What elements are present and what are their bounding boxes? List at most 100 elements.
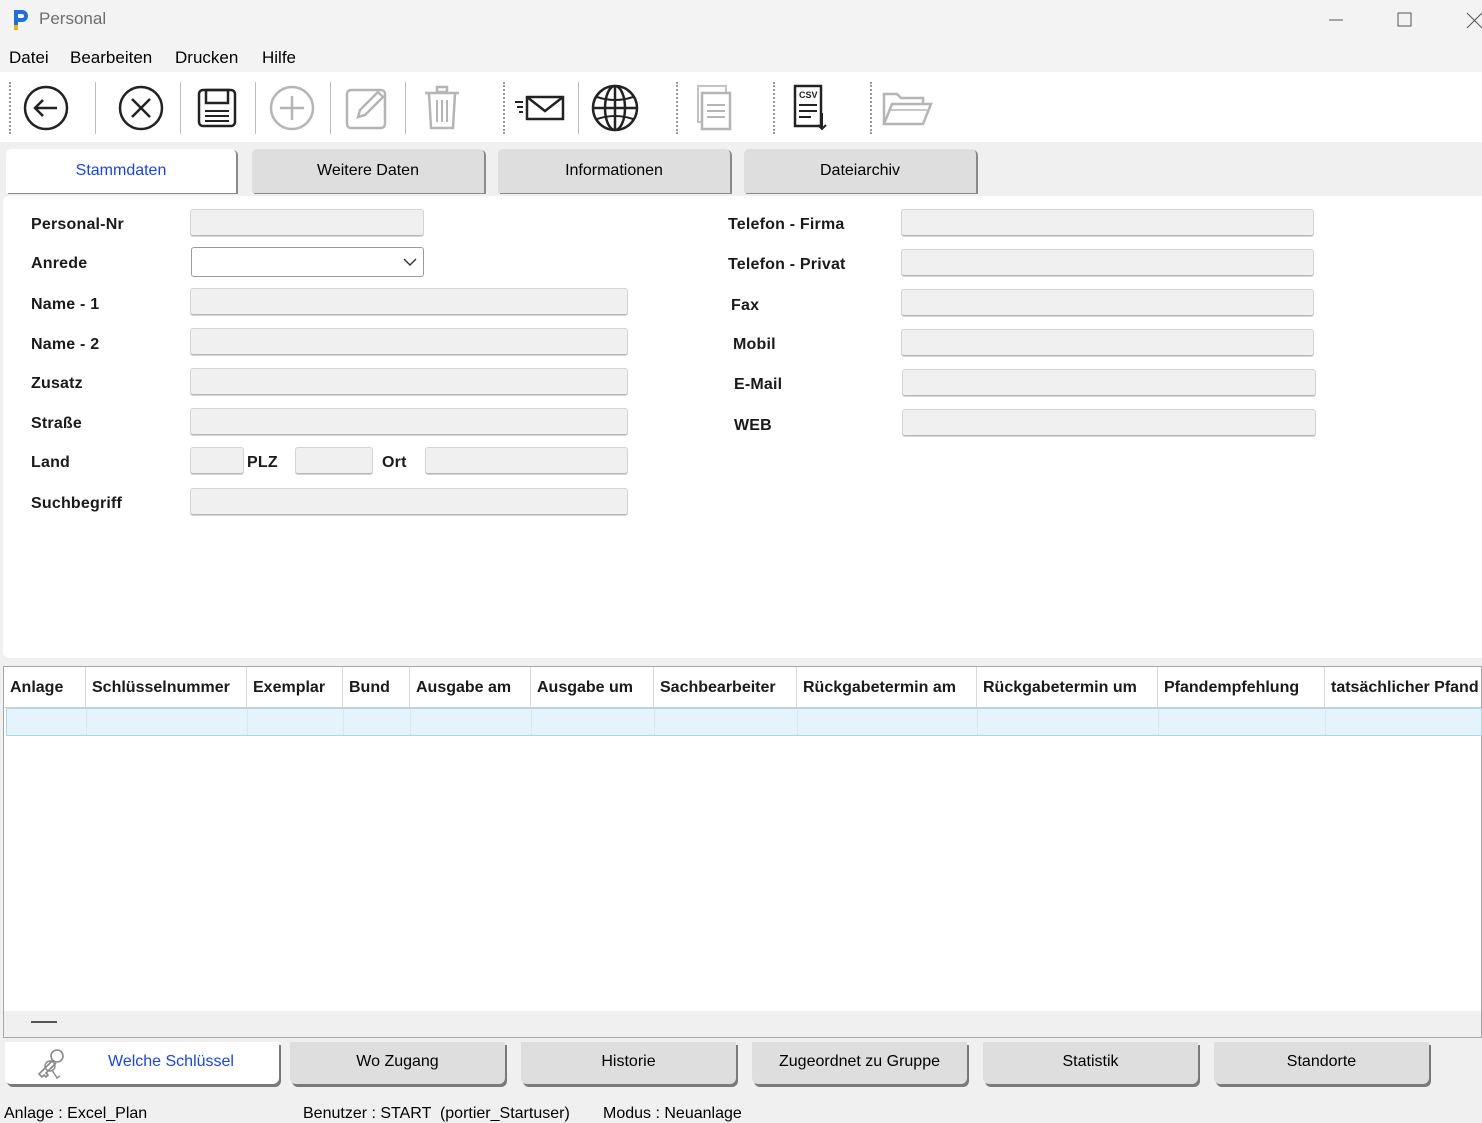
name2-label: Name - 2 (31, 336, 100, 353)
anrede-select[interactable] (191, 247, 424, 277)
personal-nr-field[interactable] (190, 209, 424, 237)
telefon-privat-field[interactable] (901, 249, 1314, 277)
add-button[interactable] (264, 80, 320, 136)
email-button[interactable] (512, 80, 568, 136)
table-row[interactable] (6, 708, 1482, 736)
column-header-bund[interactable]: Bund (343, 667, 410, 707)
tab-historie[interactable]: Historie (521, 1042, 736, 1084)
keys-table: Anlage Schlüsselnummer Exemplar Bund Aus… (3, 666, 1482, 1038)
toolbar-separator (95, 82, 96, 134)
column-header-pfandempfehlung[interactable]: Pfandempfehlung (1158, 667, 1325, 707)
ort-field[interactable] (425, 447, 628, 475)
edit-icon (345, 88, 387, 130)
tab-dateiarchiv[interactable]: Dateiarchiv (744, 149, 976, 193)
column-header-rueckgabetermin-am[interactable]: Rückgabetermin am (797, 667, 977, 707)
menu-drucken[interactable]: Drucken (175, 48, 238, 68)
tab-zugeordnet-zu-gruppe[interactable]: Zugeordnet zu Gruppe (752, 1042, 967, 1084)
minimize-icon (1329, 19, 1343, 21)
maximize-button[interactable] (1385, 6, 1425, 34)
menu-bar: Datei Bearbeiten Drucken Hilfe (0, 40, 1482, 72)
suchbegriff-label: Suchbegriff (31, 495, 123, 512)
app-logo-icon (14, 10, 28, 30)
email-icon (515, 95, 565, 121)
name2-field[interactable] (190, 328, 628, 356)
land-field[interactable] (190, 447, 244, 475)
web-field[interactable] (902, 409, 1316, 437)
email-label: E-Mail (734, 376, 783, 393)
top-tab-strip: Stammdaten Weitere Daten Informationen D… (0, 142, 1482, 196)
table-header: Anlage Schlüsselnummer Exemplar Bund Aus… (4, 667, 1481, 708)
fax-field[interactable] (901, 289, 1314, 317)
copy-button[interactable] (684, 80, 740, 136)
delete-button[interactable] (414, 80, 470, 136)
column-header-schluesselnummer[interactable]: Schlüsselnummer (86, 667, 247, 707)
table-footer (4, 1011, 1481, 1037)
back-button[interactable] (18, 80, 74, 136)
status-anlage: Anlage : Excel_Plan (4, 1105, 148, 1122)
suchbegriff-field[interactable] (190, 488, 628, 516)
menu-hilfe[interactable]: Hilfe (262, 48, 296, 68)
save-button[interactable] (189, 80, 245, 136)
status-benutzer: Benutzer : START (portier_Startuser) (303, 1105, 570, 1122)
land-label: Land (31, 454, 71, 471)
copy-icon (697, 85, 732, 131)
column-header-exemplar[interactable]: Exemplar (247, 667, 343, 707)
bottom-tab-strip: Welche Schlüssel Wo Zugang Historie Zuge… (0, 1038, 1482, 1088)
menu-datei[interactable]: Datei (9, 48, 49, 68)
csv-export-button[interactable]: CSV (781, 80, 837, 136)
column-header-anlage[interactable]: Anlage (4, 667, 86, 707)
maximize-icon (1397, 12, 1412, 27)
table-cell-divider (1158, 709, 1159, 735)
cancel-button[interactable] (113, 80, 169, 136)
column-header-ausgabe-um[interactable]: Ausgabe um (531, 667, 654, 707)
email-field[interactable] (902, 369, 1316, 397)
tab-statistik[interactable]: Statistik (983, 1042, 1198, 1084)
table-cell-divider (410, 709, 411, 735)
toolbar-grip (9, 82, 11, 134)
tab-informationen[interactable]: Informationen (498, 149, 730, 193)
cancel-icon (118, 85, 164, 131)
personal-nr-label: Personal-Nr (31, 216, 124, 233)
add-icon (269, 85, 315, 131)
tab-stammdaten[interactable]: Stammdaten (6, 149, 236, 193)
table-cell-divider (247, 709, 248, 735)
close-button[interactable] (1454, 6, 1482, 34)
plz-label: PLZ (247, 454, 278, 471)
telefon-firma-label: Telefon - Firma (728, 216, 845, 233)
anrede-label: Anrede (31, 255, 88, 272)
minimize-button[interactable] (1316, 6, 1356, 34)
name1-field[interactable] (190, 288, 628, 316)
table-cell-divider (654, 709, 655, 735)
tab-welche-schluessel-label: Welche Schlüssel (108, 1053, 234, 1070)
open-folder-button[interactable] (878, 80, 934, 136)
web-button[interactable] (587, 80, 643, 136)
mobil-label: Mobil (733, 336, 776, 353)
mobil-field[interactable] (901, 329, 1314, 357)
svg-text:CSV: CSV (799, 90, 818, 100)
tab-welche-schluessel[interactable]: Welche Schlüssel (5, 1042, 279, 1084)
zusatz-field[interactable] (190, 368, 628, 396)
tab-wo-zugang[interactable]: Wo Zugang (290, 1042, 505, 1084)
window-title: Personal (39, 9, 107, 28)
collapse-handle[interactable] (31, 1021, 57, 1023)
column-header-ausgabe-am[interactable]: Ausgabe am (410, 667, 531, 707)
edit-button[interactable] (339, 80, 395, 136)
tab-weitere-daten[interactable]: Weitere Daten (252, 149, 484, 193)
telefon-firma-field[interactable] (901, 209, 1314, 237)
strasse-field[interactable] (190, 408, 628, 436)
telefon-privat-label: Telefon - Privat (728, 256, 846, 273)
status-modus: Modus : Neuanlage (603, 1105, 742, 1122)
chevron-down-icon (403, 258, 417, 266)
toolbar-separator (676, 82, 678, 134)
menu-bearbeiten[interactable]: Bearbeiten (70, 48, 152, 68)
column-header-tatsaechlicher-pfand[interactable]: tatsächlicher Pfand (1325, 667, 1482, 707)
column-header-rueckgabetermin-um[interactable]: Rückgabetermin um (977, 667, 1158, 707)
zusatz-label: Zusatz (31, 375, 83, 392)
save-icon (197, 88, 237, 128)
tab-standorte[interactable]: Standorte (1214, 1042, 1429, 1084)
column-header-sachbearbeiter[interactable]: Sachbearbeiter (654, 667, 797, 707)
toolbar-separator (180, 82, 181, 134)
plz-field[interactable] (295, 447, 373, 475)
table-cell-divider (1325, 709, 1326, 735)
web-label: WEB (734, 417, 772, 434)
